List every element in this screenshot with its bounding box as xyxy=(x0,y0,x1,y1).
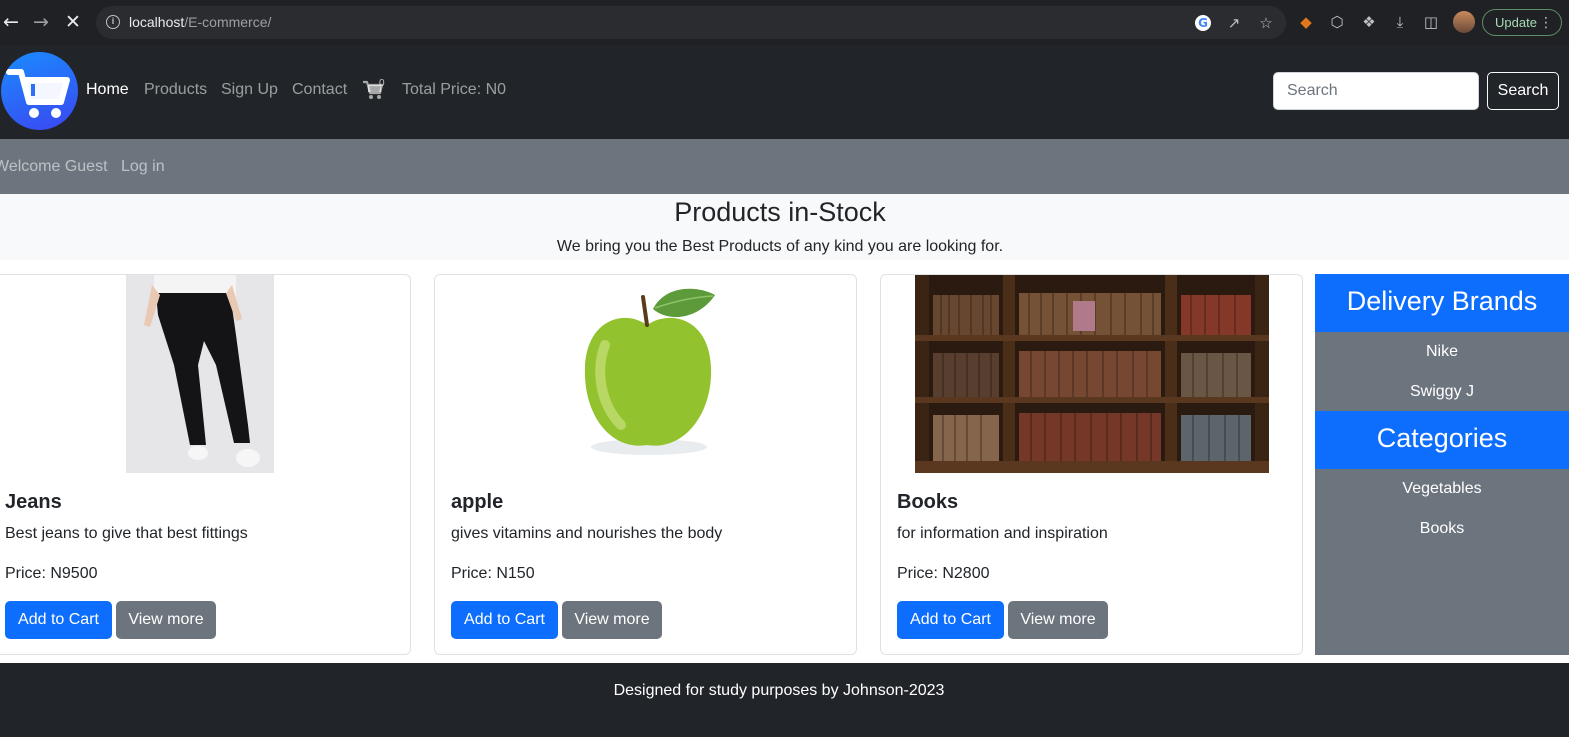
nav-home-link[interactable]: Home xyxy=(86,81,129,99)
site-info-icon[interactable]: i xyxy=(106,15,120,29)
apple-image[interactable] xyxy=(565,275,735,473)
product-card-jeans: Jeans Best jeans to give that best fitti… xyxy=(0,274,411,655)
bookmark-star-icon[interactable]: ☆ xyxy=(1256,13,1276,33)
user-subnav: Welcome Guest Log in xyxy=(0,139,1569,194)
product-price: Price: N150 xyxy=(451,565,535,582)
share-icon[interactable]: ↗ xyxy=(1224,13,1244,33)
page-subtitle: We bring you the Best Products of any ki… xyxy=(556,238,1004,255)
add-to-cart-button[interactable]: Add to Cart xyxy=(5,601,112,639)
page-title: Products in-Stock xyxy=(674,197,886,227)
sidebar: Delivery Brands Nike Swiggy J Categories… xyxy=(1315,274,1569,655)
sidebar-item-books[interactable]: Books xyxy=(1315,520,1569,538)
search-input[interactable] xyxy=(1273,72,1479,110)
side-panel-icon[interactable]: ◫ xyxy=(1421,12,1441,32)
update-label: Update xyxy=(1495,15,1537,30)
stop-loading-icon[interactable]: ✕ xyxy=(62,11,84,33)
product-description: gives vitamins and nourishes the body xyxy=(451,525,723,542)
login-link[interactable]: Log in xyxy=(121,158,165,176)
update-button[interactable]: Update ⋮ xyxy=(1482,9,1562,36)
footer-text: Designed for study purposes by Johnson-2… xyxy=(613,682,945,699)
total-price-text: Total Price: N0 xyxy=(402,81,507,98)
hero-section: Products in-Stock We bring you the Best … xyxy=(0,194,1569,260)
product-title: Books xyxy=(897,491,959,513)
categories-heading: Categories xyxy=(1315,411,1569,469)
jeans-image[interactable] xyxy=(126,275,274,473)
view-more-button[interactable]: View more xyxy=(562,601,662,639)
metamask-fox-icon[interactable]: ◆ xyxy=(1296,12,1316,32)
profile-avatar[interactable] xyxy=(1453,11,1475,33)
site-navbar: Home Products Sign Up Contact 0 Total Pr… xyxy=(0,45,1569,139)
cart-count-badge: 0 xyxy=(379,78,385,89)
back-arrow-icon[interactable]: ← xyxy=(0,11,22,33)
more-menu-icon[interactable]: ⋮ xyxy=(1539,10,1553,35)
google-icon[interactable]: G xyxy=(1195,15,1211,31)
product-price: Price: N9500 xyxy=(5,565,98,582)
extensions-puzzle-icon[interactable]: ❖ xyxy=(1359,12,1379,32)
nav-signup-link[interactable]: Sign Up xyxy=(221,81,278,99)
url-text[interactable]: localhost/E-commerce/ xyxy=(129,14,271,30)
shopping-cart-logo-icon[interactable] xyxy=(1,52,78,130)
forward-arrow-icon[interactable]: → xyxy=(30,11,52,33)
add-to-cart-button[interactable]: Add to Cart xyxy=(897,601,1004,639)
browser-toolbar: ← → ✕ i localhost/E-commerce/ G ↗ ☆ ◆ ⬡ … xyxy=(0,0,1569,45)
sidebar-item-nike[interactable]: Nike xyxy=(1315,343,1569,361)
view-more-button[interactable]: View more xyxy=(116,601,216,639)
nav-products-link[interactable]: Products xyxy=(144,81,207,99)
nav-contact-link[interactable]: Contact xyxy=(292,81,347,99)
product-description: Best jeans to give that best fittings xyxy=(5,525,248,542)
product-card-apple: apple gives vitamins and nourishes the b… xyxy=(434,274,857,655)
extension-cube-icon[interactable]: ⬡ xyxy=(1327,12,1347,32)
footer: Designed for study purposes by Johnson-2… xyxy=(0,663,1569,737)
url-path: /E-commerce/ xyxy=(184,14,272,30)
product-price: Price: N2800 xyxy=(897,565,990,582)
search-button[interactable]: Search xyxy=(1487,72,1559,110)
product-card-books: Books for information and inspiration Pr… xyxy=(880,274,1303,655)
sidebar-item-swiggy[interactable]: Swiggy J xyxy=(1315,383,1569,401)
books-image[interactable] xyxy=(915,275,1269,473)
add-to-cart-button[interactable]: Add to Cart xyxy=(451,601,558,639)
download-icon[interactable]: ⤓ xyxy=(1390,12,1410,32)
welcome-text: Welcome Guest xyxy=(0,158,108,175)
url-host: localhost xyxy=(129,14,185,30)
view-more-button[interactable]: View more xyxy=(1008,601,1108,639)
product-title: Jeans xyxy=(5,491,62,513)
address-bar[interactable]: i localhost/E-commerce/ G ↗ ☆ xyxy=(96,6,1286,39)
product-title: apple xyxy=(451,491,504,513)
product-description: for information and inspiration xyxy=(897,525,1108,542)
sidebar-item-vegetables[interactable]: Vegetables xyxy=(1315,480,1569,498)
delivery-brands-heading: Delivery Brands xyxy=(1315,274,1569,332)
